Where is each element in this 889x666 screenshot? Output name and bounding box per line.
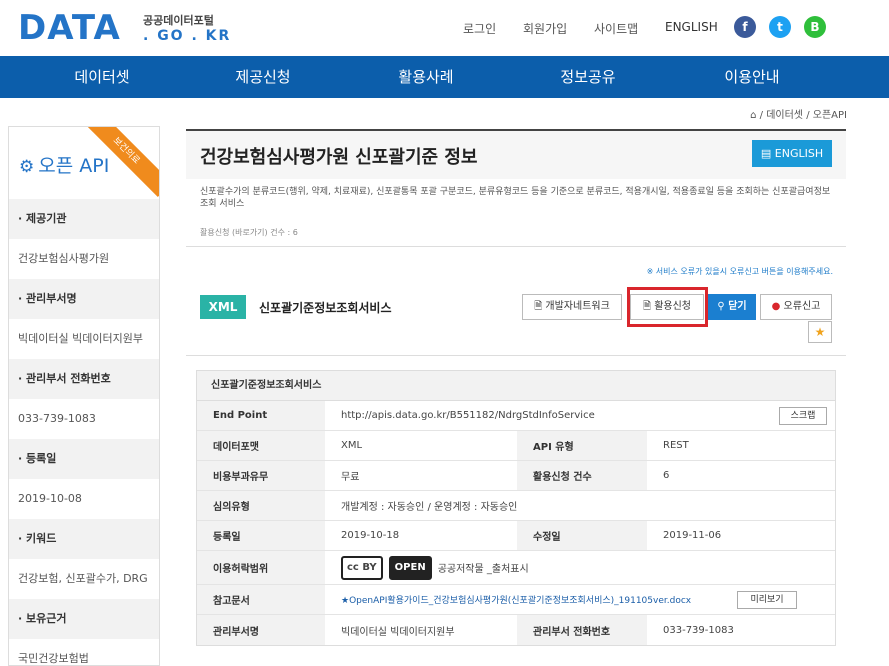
table-row: 심의유형 개발계정 : 자동승인 / 운영계정 : 자동승인 [197,491,835,521]
reg-date-value: 2019-10-18 [341,530,400,541]
sidebar-value-provider: 건강보험심사평가원 [9,239,159,279]
breadcrumb-item-openapi[interactable]: 오픈API [813,110,847,121]
search-icon: ⚲ [717,301,729,312]
dept-value: 빅데이터실 빅데이터지원부 [341,626,455,638]
nav-item-dataset[interactable]: 데이터셋 [22,56,182,98]
gear-icon: ⚙ [19,157,35,177]
site-logo[interactable]: DATA [18,8,121,48]
document-icon: ▤ [760,147,775,160]
mod-date-label: 수정일 [517,521,647,550]
review-label: 심의유형 [197,491,325,520]
format-value: XML [341,440,363,451]
blog-icon[interactable]: B [804,16,826,38]
sidebar-value-dept: 빅데이터실 빅데이터지원부 [9,319,159,359]
preview-button[interactable]: 미리보기 [737,591,797,609]
table-row: 데이터포맷 XML API 유형 REST [197,431,835,461]
table-caption: 신포괄기준정보조회서비스 [197,371,835,401]
star-icon[interactable]: ★ [808,321,832,343]
apply-count-value: 6 [663,470,670,481]
signup-link[interactable]: 회원가입 [523,20,567,37]
license-label: 이용허락범위 [197,551,325,584]
apply-count-text[interactable]: 활용신청 (바로가기) 건수 : 6 [200,227,298,238]
table-row: 관리부서명 빅데이터실 빅데이터지원부 관리부서 전화번호 033-739-10… [197,615,835,645]
divider [186,246,846,247]
review-value: 개발계정 : 자동승인 / 운영계정 : 자동승인 [341,502,518,513]
sidebar: 보건의료 ⚙ 오픈 API · 제공기관 건강보험심사평가원 · 관리부서명 빅데… [8,126,160,666]
mod-date-value: 2019-11-06 [663,530,722,541]
home-icon[interactable]: ⌂ [750,110,756,121]
title-box: 건강보험심사평가원 신포괄기준 정보 ▤ ENGLISH [186,129,846,179]
nav-item-info-share[interactable]: 정보공유 [508,56,668,98]
nav-item-request[interactable]: 제공신청 [183,56,343,98]
document-icon: 🗎 [534,301,546,312]
table-row: 이용허락범위 cc BY OPEN 공공저작물 _출처표시 [197,551,835,585]
breadcrumb-item-dataset[interactable]: 데이터셋 [766,110,803,121]
ref-doc-link[interactable]: ★OpenAPI활용가이드_건강보험심사평가원(신포괄기준정보조회서비스)_19… [325,585,755,614]
license-value: cc BY OPEN 공공저작물 _출처표시 [325,551,837,584]
open-license-badge: OPEN [388,555,432,580]
fee-label: 비용부과유무 [197,461,325,490]
table-row: 비용부과유무 무료 활용신청 건수 6 [197,461,835,491]
scrap-button[interactable]: 스크랩 [779,407,827,425]
table-row: 참고문서 ★OpenAPI활용가이드_건강보험심사평가원(신포괄기준정보조회서비… [197,585,835,615]
sitemap-link[interactable]: 사이트맵 [594,20,638,37]
twitter-icon[interactable]: t [769,16,791,38]
cc-license-badge: cc BY [341,555,383,580]
highlight-box [627,287,708,327]
api-description: 신포괄수가의 분류코드(행위, 약제, 치료재료), 신포괄통목 포괄 구분코드… [200,187,831,209]
english-button[interactable]: ▤ ENGLISH [752,140,832,167]
sidebar-label-phone: · 관리부서 전화번호 [9,359,159,399]
sidebar-label-keyword: · 키워드 [9,519,159,559]
top-header: DATA 공공데이터포털 . GO . KR 로그인 회원가입 사이트맵 ENG… [0,0,889,56]
login-link[interactable]: 로그인 [463,20,496,37]
sidebar-value-phone: 033-739-1083 [9,399,159,439]
table-row: 등록일 2019-10-18 수정일 2019-11-06 [197,521,835,551]
format-badge: XML [200,295,246,319]
english-link[interactable]: ENGLISH [665,20,718,34]
format-label: 데이터포맷 [197,431,325,460]
fee-value: 무료 [341,472,360,483]
api-type-label: API 유형 [517,431,647,460]
alert-icon: ● [771,301,784,312]
dev-network-button[interactable]: 🗎 개발자네트워크 [522,294,622,320]
reg-date-label: 등록일 [197,521,325,550]
license-text: 공공저작물 _출처표시 [437,564,529,575]
endpoint-value: http://apis.data.go.kr/B551182/NdrgStdIn… [341,410,595,421]
dept-phone-label: 관리부서 전화번호 [517,615,647,645]
nav-item-cases[interactable]: 활용사례 [346,56,506,98]
api-type-value: REST [663,440,689,451]
facebook-icon[interactable]: f [734,16,756,38]
error-notice: ※ 서비스 오류가 있을시 오류신고 버튼을 이용해주세요. [646,267,833,276]
sidebar-label-reg-date: · 등록일 [9,439,159,479]
sidebar-label-provider: · 제공기관 [9,199,159,239]
main-nav: 데이터셋 제공신청 활용사례 정보공유 이용안내 [0,56,889,98]
dept-label: 관리부서명 [197,615,325,645]
service-info-table: 신포괄기준정보조회서비스 End Point http://apis.data.… [196,370,836,646]
apply-count-label: 활용신청 건수 [517,461,647,490]
breadcrumb: ⌂ / 데이터셋 / 오픈API [750,110,847,121]
sidebar-value-basis: 국민건강보험법 [9,639,159,665]
page-title: 건강보험심사평가원 신포괄기준 정보 [200,147,478,168]
dept-phone-value: 033-739-1083 [663,624,734,636]
report-error-button[interactable]: ● 오류신고 [760,294,832,320]
divider [186,355,846,356]
site-logo-domain: . GO . KR [143,28,232,44]
service-name: 신포괄기준정보조회서비스 [259,301,392,315]
sidebar-value-keyword: 건강보험, 신포괄수가, DRG [9,559,159,599]
site-logo-subtitle: 공공데이터포털 [143,14,214,27]
sidebar-label-basis: · 보유근거 [9,599,159,639]
table-row: End Point http://apis.data.go.kr/B551182… [197,401,835,431]
nav-item-guide[interactable]: 이용안내 [672,56,832,98]
close-button[interactable]: ⚲ 닫기 [708,294,756,320]
sidebar-label-dept: · 관리부서명 [9,279,159,319]
sidebar-value-reg-date: 2019-10-08 [9,479,159,519]
endpoint-label: End Point [197,401,325,430]
sidebar-title: ⚙ 오픈 API [19,155,110,177]
ref-doc-label: 참고문서 [197,585,325,614]
